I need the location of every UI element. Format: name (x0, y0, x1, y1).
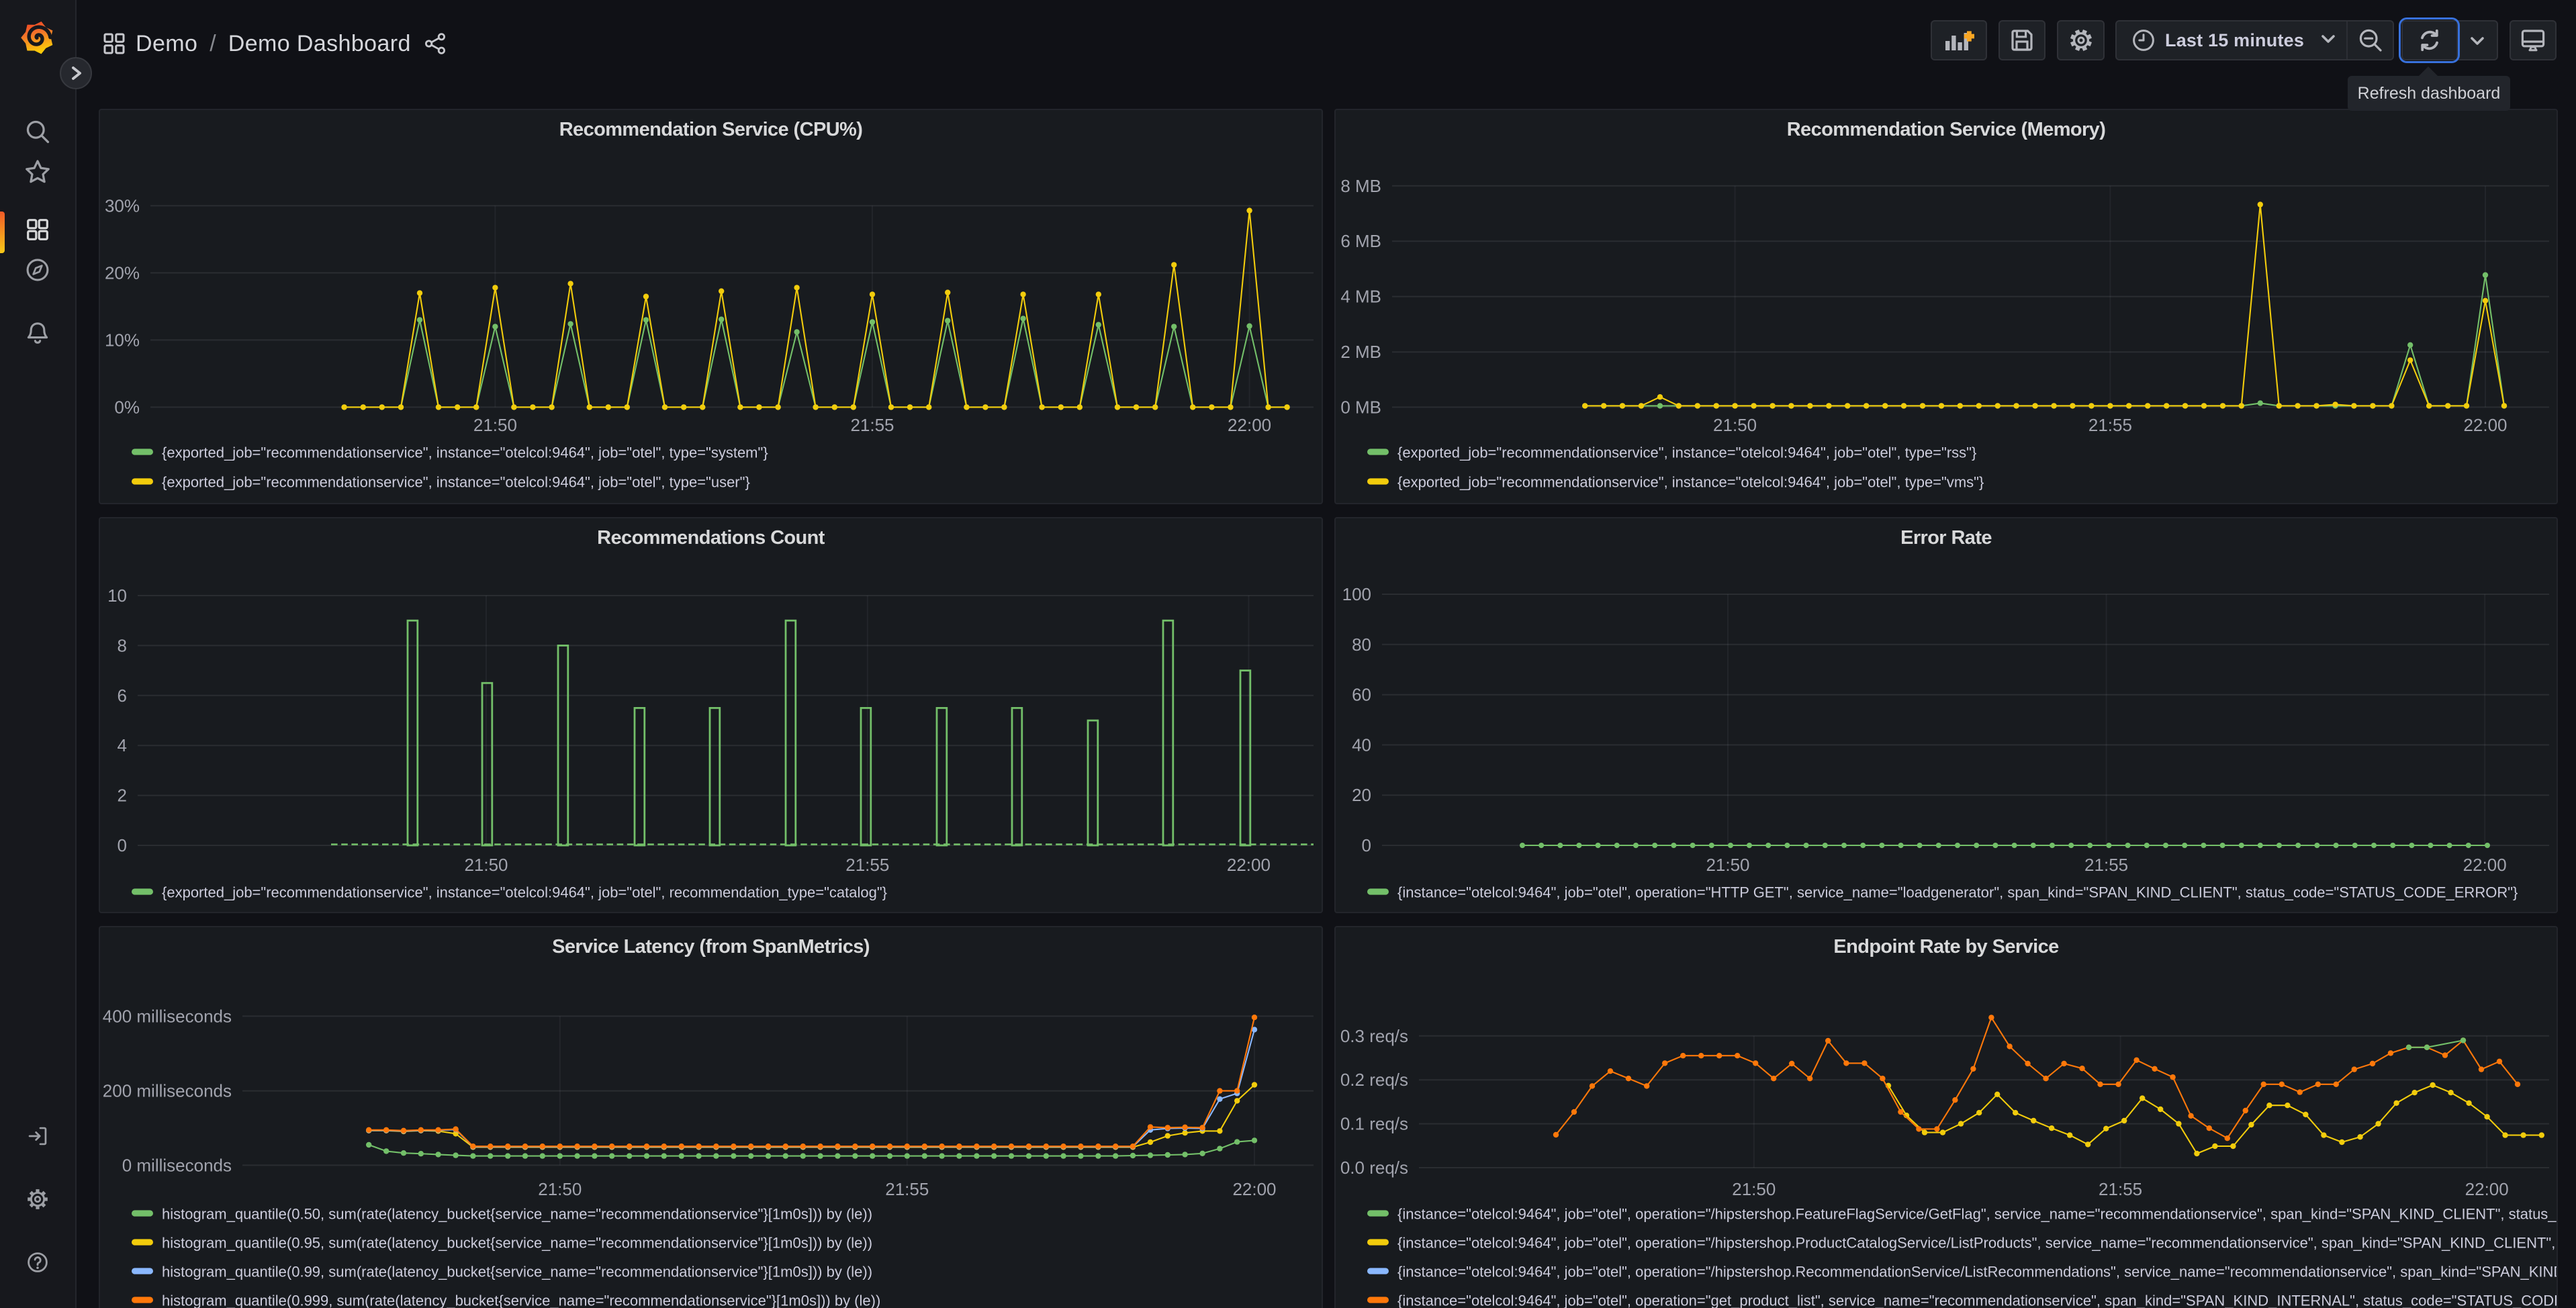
svg-text:{exported_job="recommendations: {exported_job="recommendationservice", i… (1397, 474, 1984, 491)
svg-text:100: 100 (1342, 584, 1371, 604)
svg-text:0.1 req/s: 0.1 req/s (1340, 1114, 1408, 1134)
svg-text:2: 2 (118, 786, 127, 806)
svg-text:{exported_job="recommendations: {exported_job="recommendationservice", i… (1397, 445, 1976, 461)
svg-text:histogram_quantile(0.999, sum(: histogram_quantile(0.999, sum(rate(laten… (162, 1293, 880, 1308)
svg-text:21:55: 21:55 (845, 855, 889, 875)
svg-text:{exported_job="recommendations: {exported_job="recommendationservice", i… (162, 474, 750, 491)
svg-text:22:00: 22:00 (2463, 415, 2507, 435)
svg-text:{exported_job="recommendations: {exported_job="recommendationservice", i… (162, 445, 768, 461)
svg-text:21:50: 21:50 (1732, 1179, 1776, 1199)
svg-text:0%: 0% (114, 397, 140, 417)
svg-text:{instance="otelcol:9464", job=: {instance="otelcol:9464", job="otel", op… (1397, 1264, 2558, 1280)
svg-text:21:50: 21:50 (473, 415, 517, 435)
svg-text:22:00: 22:00 (2463, 855, 2507, 875)
svg-text:21:50: 21:50 (464, 855, 508, 875)
svg-text:21:50: 21:50 (1706, 855, 1749, 875)
svg-text:histogram_quantile(0.99, sum(r: histogram_quantile(0.99, sum(rate(latenc… (162, 1264, 872, 1280)
svg-text:8 MB: 8 MB (1340, 176, 1381, 196)
svg-text:22:00: 22:00 (2465, 1179, 2509, 1199)
svg-text:22:00: 22:00 (1227, 855, 1271, 875)
svg-text:20%: 20% (105, 263, 140, 283)
svg-text:0.3 req/s: 0.3 req/s (1340, 1026, 1408, 1046)
svg-text:60: 60 (1352, 685, 1371, 705)
svg-text:200 milliseconds: 200 milliseconds (103, 1081, 232, 1101)
svg-text:6: 6 (118, 686, 127, 706)
svg-text:21:50: 21:50 (1713, 415, 1757, 435)
svg-text:{instance="otelcol:9464", job=: {instance="otelcol:9464", job="otel", op… (1397, 1235, 2558, 1252)
svg-text:0 MB: 0 MB (1340, 397, 1381, 417)
svg-text:{instance="otelcol:9464", job=: {instance="otelcol:9464", job="otel", op… (1397, 884, 2518, 901)
svg-text:10: 10 (107, 586, 127, 606)
svg-text:80: 80 (1352, 635, 1371, 655)
svg-text:22:00: 22:00 (1228, 415, 1271, 435)
svg-text:21:50: 21:50 (538, 1179, 582, 1199)
svg-text:{instance="otelcol:9464", job=: {instance="otelcol:9464", job="otel", op… (1397, 1206, 2558, 1223)
svg-text:21:55: 21:55 (2088, 415, 2132, 435)
svg-text:4 MB: 4 MB (1340, 287, 1381, 307)
svg-text:30%: 30% (105, 195, 140, 216)
svg-text:0 milliseconds: 0 milliseconds (122, 1155, 232, 1175)
svg-text:0: 0 (118, 835, 127, 855)
svg-text:40: 40 (1352, 735, 1371, 755)
svg-text:2 MB: 2 MB (1340, 342, 1381, 362)
svg-text:0.0 req/s: 0.0 req/s (1340, 1158, 1408, 1178)
svg-text:8: 8 (118, 635, 127, 655)
svg-text:21:55: 21:55 (850, 415, 894, 435)
svg-text:21:55: 21:55 (885, 1179, 929, 1199)
svg-text:{exported_job="recommendations: {exported_job="recommendationservice", i… (162, 884, 887, 901)
svg-text:22:00: 22:00 (1232, 1179, 1276, 1199)
svg-text:0: 0 (1362, 835, 1371, 855)
svg-text:0.2 req/s: 0.2 req/s (1340, 1070, 1408, 1090)
svg-text:20: 20 (1352, 785, 1371, 805)
svg-text:histogram_quantile(0.95, sum(r: histogram_quantile(0.95, sum(rate(latenc… (162, 1235, 872, 1252)
svg-text:21:55: 21:55 (2084, 855, 2128, 875)
svg-text:6 MB: 6 MB (1340, 231, 1381, 251)
svg-text:10%: 10% (105, 330, 140, 350)
svg-text:{instance="otelcol:9464", job=: {instance="otelcol:9464", job="otel", op… (1397, 1293, 2558, 1308)
svg-text:4: 4 (118, 735, 127, 755)
svg-text:21:55: 21:55 (2099, 1179, 2142, 1199)
svg-text:400 milliseconds: 400 milliseconds (103, 1006, 232, 1026)
svg-text:histogram_quantile(0.50, sum(r: histogram_quantile(0.50, sum(rate(latenc… (162, 1206, 872, 1223)
